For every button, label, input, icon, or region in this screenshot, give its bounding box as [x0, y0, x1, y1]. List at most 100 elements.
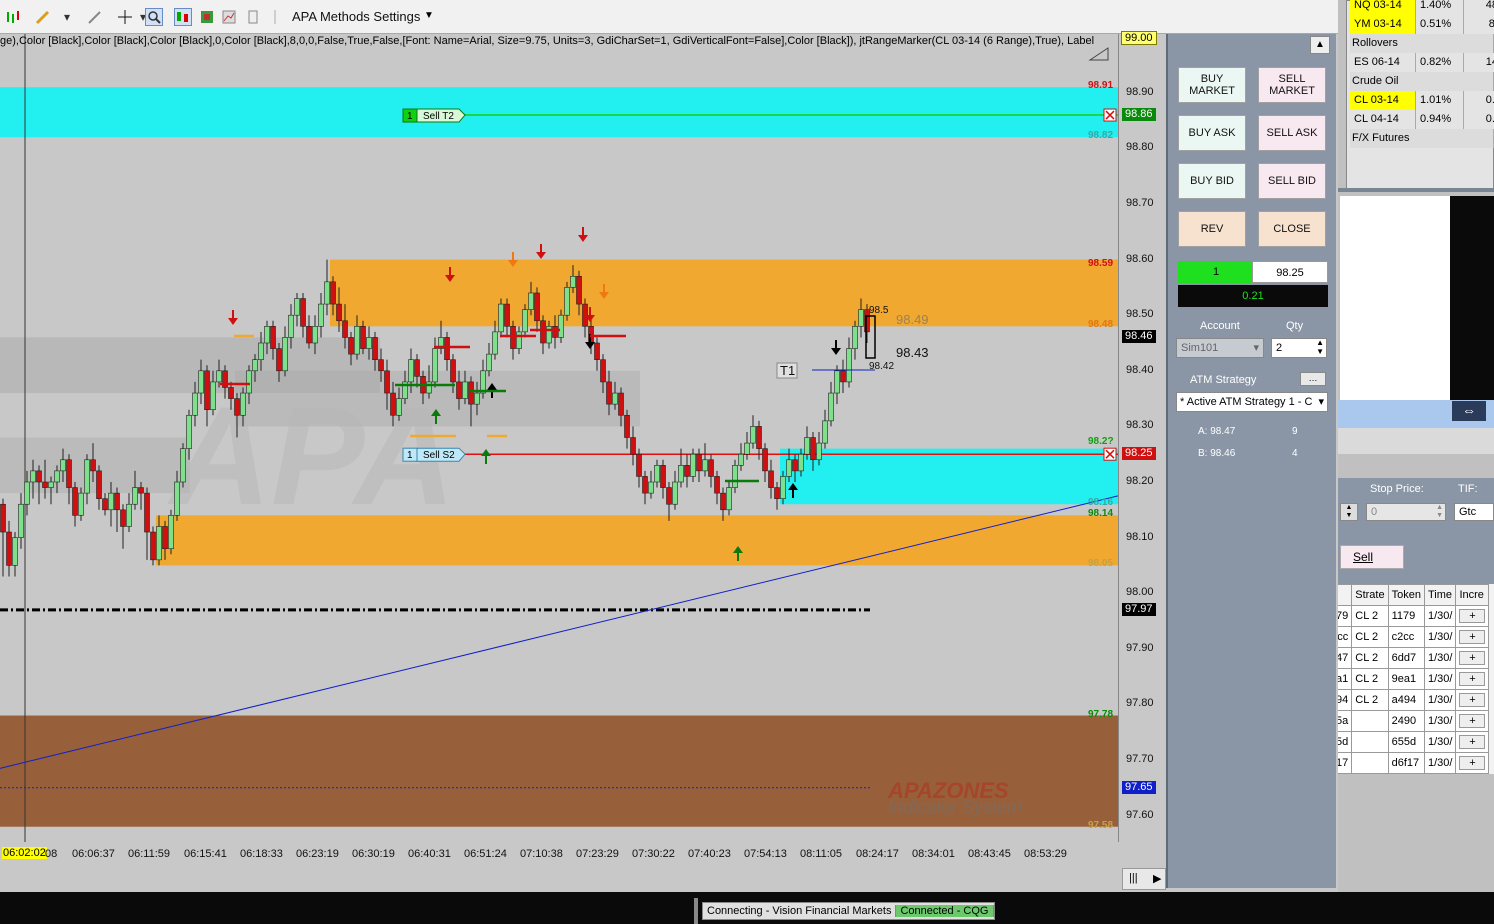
indicator-icon[interactable] — [220, 8, 238, 26]
close-position-button[interactable]: CLOSE — [1258, 211, 1326, 247]
market-group-header[interactable]: F/X Futures — [1350, 129, 1494, 148]
market-row[interactable]: CL 03-141.01%0.9 — [1350, 91, 1494, 110]
atm-strategy-select[interactable]: * Active ATM Strategy 1 - C ▾ — [1176, 392, 1328, 412]
collapse-panel-button[interactable]: ▲ — [1310, 36, 1330, 54]
increment-button[interactable]: + — [1459, 693, 1486, 707]
sell-market-button[interactable]: SELL MARKET — [1258, 67, 1326, 103]
table-row[interactable]: 17 d6f17 1/30/+ — [1338, 752, 1490, 774]
increment-button[interactable]: + — [1459, 630, 1486, 644]
chart-style-icon[interactable] — [174, 8, 192, 26]
token-cell: 6dd7 — [1387, 647, 1425, 669]
increment-button[interactable]: + — [1459, 672, 1486, 686]
market-row[interactable]: ES 06-140.82%14. — [1350, 53, 1494, 72]
quantity-stepper[interactable]: 2 ▲ ▼ — [1271, 338, 1327, 358]
market-group-header[interactable]: Rollovers — [1350, 34, 1494, 53]
zoom-icon[interactable] — [145, 8, 163, 26]
candle-body — [174, 481, 180, 516]
table-row[interactable]: 5a 2490 1/30/+ — [1338, 710, 1490, 732]
market-group-header[interactable]: Crude Oil — [1350, 72, 1494, 91]
arrow-head — [536, 252, 546, 259]
current-time-tag: 06:02:02 — [2, 847, 47, 859]
time-tick-label: 08:11:05 — [800, 848, 843, 860]
data-series-icon[interactable] — [198, 8, 216, 26]
price-tick-label: 98.10 — [1126, 530, 1154, 543]
sell-t2-order-tag: 1 Sell T2 — [402, 108, 466, 123]
chart-trader-panel: ▲ BUY MARKET SELL MARKET BUY ASK SELL AS… — [1166, 34, 1336, 888]
atm-strategy-value: * Active ATM Strategy 1 - C — [1180, 396, 1313, 408]
horizontal-scrollbar[interactable]: ||| ▶ — [1122, 868, 1166, 890]
candle-body — [12, 537, 18, 566]
symbol-cell: ES 06-14 — [1350, 53, 1416, 72]
apa-settings-menu[interactable]: APA Methods Settings — [292, 9, 420, 24]
candle-body — [318, 303, 324, 327]
candle-body — [336, 303, 342, 322]
pencil-icon[interactable] — [34, 8, 52, 26]
sell-bid-button[interactable]: SELL BID — [1258, 163, 1326, 199]
increment-button[interactable]: + — [1459, 714, 1486, 728]
col-incr-header[interactable]: Incre — [1455, 584, 1490, 606]
increment-button[interactable]: + — [1459, 756, 1486, 770]
dark-pane — [1450, 196, 1494, 426]
chevron-right-icon[interactable]: ▶ — [1153, 872, 1161, 885]
buy-bid-button[interactable]: BUY BID — [1178, 163, 1246, 199]
table-row[interactable]: a1 CL 2 9ea1 1/30/+ — [1338, 668, 1490, 690]
chevron-down-icon[interactable]: ▾ — [58, 8, 76, 26]
candle-body — [54, 470, 60, 483]
time-cell: 1/30/ — [1423, 752, 1457, 774]
buy-market-button[interactable]: BUY MARKET — [1178, 67, 1246, 103]
stepper-arrows-icon[interactable]: ▲ ▼ — [1316, 338, 1324, 356]
table-row[interactable]: cc CL 2 c2cc 1/30/+ — [1338, 626, 1490, 648]
increment-cell: + — [1455, 710, 1490, 732]
candle-body — [786, 459, 792, 477]
expand-icon[interactable]: ⇔ — [1452, 401, 1486, 421]
qty-value: 2 — [1276, 342, 1283, 354]
stepper-arrows-icon[interactable]: ▲ ▼ — [1436, 504, 1443, 520]
table-row[interactable]: 79 CL 2 1179 1/30/+ — [1338, 605, 1490, 627]
market-row[interactable]: YM 03-140.51%80 — [1350, 15, 1494, 34]
stop-price-input[interactable]: 0 ▲ ▼ — [1366, 503, 1446, 521]
chevron-down-icon[interactable]: ▼ — [424, 10, 434, 21]
increment-button[interactable]: + — [1459, 735, 1486, 749]
price-chart[interactable]: APA APAZONES Indicator System 98.5 98.42 98.4… — [0, 34, 1118, 842]
market-row[interactable]: CL 04-140.94%0.9 — [1350, 110, 1494, 129]
candle-body — [516, 331, 522, 349]
crosshair-icon[interactable] — [116, 8, 134, 26]
time-tick-label: 07:54:13 — [744, 848, 787, 860]
table-row[interactable]: 94 CL 2 a494 1/30/+ — [1338, 689, 1490, 711]
sell-button[interactable]: Sell — [1340, 545, 1404, 569]
candle-body — [132, 487, 138, 505]
buy-ask-button[interactable]: BUY ASK — [1178, 115, 1246, 151]
table-row[interactable]: 47 CL 2 6dd7 1/30/+ — [1338, 647, 1490, 669]
candle-body — [732, 465, 738, 488]
market-row[interactable]: NQ 03-141.40%48. — [1350, 0, 1494, 15]
col-token-header[interactable]: Token — [1387, 584, 1425, 606]
time-label-partial: 08 — [45, 848, 58, 860]
increment-button[interactable]: + — [1459, 609, 1486, 623]
strategy-cell — [1351, 731, 1389, 753]
candle-body — [384, 370, 390, 394]
strategy-icon[interactable] — [244, 8, 262, 26]
wand-icon[interactable] — [86, 8, 104, 26]
col-strategy-header[interactable]: Strate — [1351, 584, 1389, 606]
time-tick-label: 06:15:41 — [184, 848, 227, 860]
order-id-cell: cc — [1338, 626, 1353, 648]
increment-button[interactable]: + — [1459, 651, 1486, 665]
col-time-header[interactable]: Time — [1423, 584, 1457, 606]
account-select[interactable]: Sim101 ▾ — [1176, 338, 1264, 358]
price-tag: 98.25 — [1122, 447, 1156, 461]
tif-select[interactable]: Gtc — [1454, 503, 1494, 521]
table-row[interactable]: 5d 655d 1/30/+ — [1338, 731, 1490, 753]
candle-body — [84, 459, 90, 494]
status-connecting: Connecting - Vision Financial Markets — [703, 905, 897, 917]
atm-settings-button[interactable]: … — [1300, 372, 1326, 386]
price-axis[interactable] — [1118, 34, 1166, 842]
candle-body — [306, 326, 312, 344]
candle-body — [294, 298, 300, 316]
stepper-arrows-icon[interactable]: ▲ ▼ — [1340, 503, 1358, 521]
ask-size: 9 — [1292, 426, 1298, 437]
time-tick-label: 07:10:38 — [520, 848, 563, 860]
position-qty: 1 — [1178, 261, 1254, 283]
bar-chart-icon[interactable] — [4, 8, 22, 26]
reverse-button[interactable]: REV — [1178, 211, 1246, 247]
sell-ask-button[interactable]: SELL ASK — [1258, 115, 1326, 151]
